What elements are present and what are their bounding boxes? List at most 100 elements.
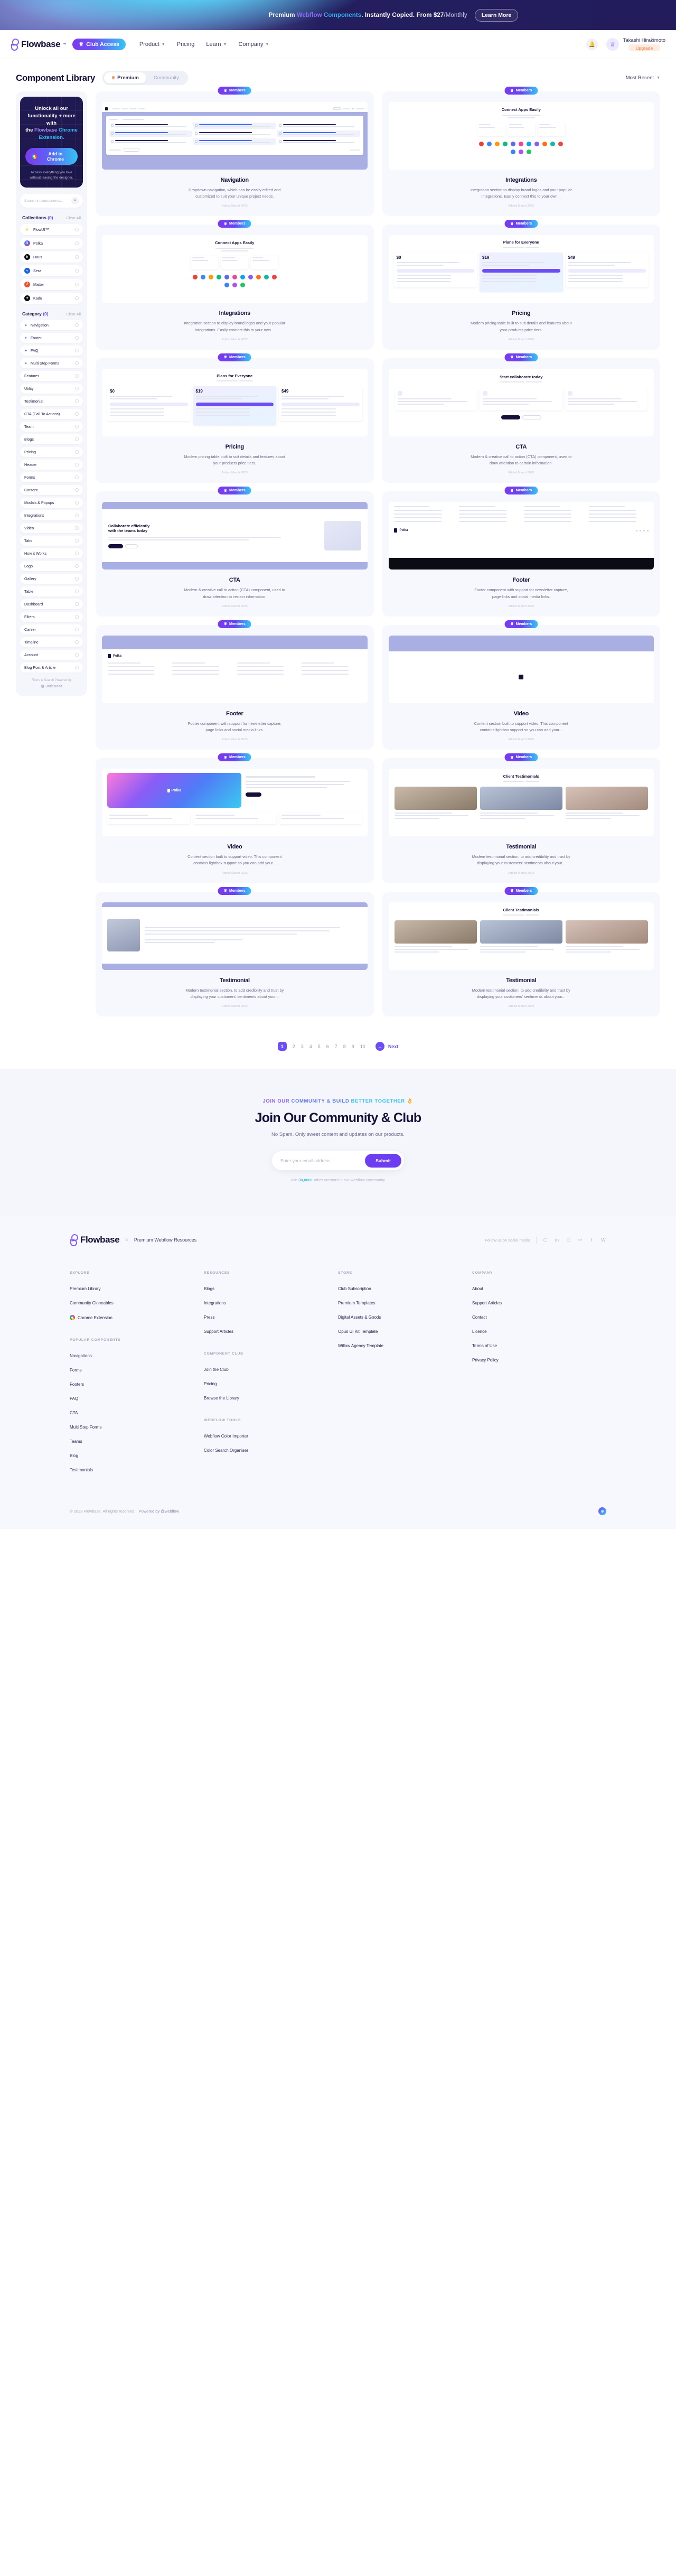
category-item[interactable]: Tabs [20, 536, 83, 546]
component-thumbnail[interactable]: Connect Apps Easily [388, 102, 654, 170]
category-item[interactable]: Video [20, 523, 83, 534]
footer-link[interactable]: FAQ [70, 1396, 204, 1401]
nav-item-learn[interactable]: Learn ▼ [206, 41, 227, 48]
footer-link[interactable]: Color Search Organiser [204, 1448, 338, 1453]
category-radio[interactable] [75, 412, 79, 416]
footer-link[interactable]: Club Subscription [338, 1286, 472, 1291]
category-item[interactable]: Integrations [20, 510, 83, 521]
component-card[interactable]: ♕ Members Client Testimonials Testimonia… [382, 753, 660, 883]
category-radio[interactable] [75, 463, 79, 467]
pagination-page[interactable]: 3 [301, 1044, 304, 1049]
collection-radio[interactable] [75, 255, 79, 259]
collection-radio[interactable] [75, 283, 79, 287]
upgrade-badge[interactable]: Upgrade [628, 44, 661, 51]
component-card[interactable]: ♕ Members Collaborate efficiently with the… [96, 487, 374, 617]
category-item[interactable]: Gallery [20, 574, 83, 584]
club-access-button[interactable]: ♕ Club Access [72, 39, 126, 50]
footer-link[interactable]: Integrations [204, 1301, 338, 1305]
search-box[interactable]: ⌕ [20, 194, 83, 208]
tab-community[interactable]: Community [146, 72, 186, 83]
nav-item-company[interactable]: Company ▼ [238, 41, 269, 48]
pagination-page[interactable]: 10 [360, 1044, 365, 1049]
facebook-icon[interactable]: f [589, 1237, 595, 1243]
collection-item-matter[interactable]: ⫽ Matter [20, 279, 83, 291]
webflow-icon[interactable]: W [600, 1237, 606, 1243]
nav-item-product[interactable]: Product ▼ [139, 41, 165, 48]
category-radio[interactable] [75, 349, 79, 353]
category-radio[interactable] [75, 437, 79, 442]
footer-link[interactable]: Footers [70, 1382, 204, 1387]
footer-link[interactable]: Licence [472, 1329, 606, 1334]
category-radio[interactable] [75, 602, 79, 606]
collection-radio[interactable] [75, 241, 79, 246]
category-radio[interactable] [75, 336, 79, 340]
user-menu[interactable]: ♕ Takashi Hirakimoto Upgrade [606, 38, 665, 51]
component-card[interactable]: ♕ Members Video Content section built to s… [382, 620, 660, 750]
sort-select[interactable]: Most Recent ▼ [626, 75, 660, 81]
component-card[interactable]: ♕ Members Start collaborate today CTA Mo… [382, 353, 660, 483]
footer-link[interactable]: Willow Agency Template [338, 1343, 472, 1348]
category-item[interactable]: Content [20, 485, 83, 496]
pagination-page[interactable]: 6 [326, 1044, 329, 1049]
collection-item-kadu[interactable]: ✦ Kadu [20, 293, 83, 304]
footer-link[interactable]: Blog [70, 1453, 204, 1458]
collections-clear-all[interactable]: Clear All [66, 216, 81, 220]
category-item[interactable]: Logo [20, 561, 83, 572]
footer-link[interactable]: Blogs [204, 1286, 338, 1291]
category-radio[interactable] [75, 425, 79, 429]
category-item[interactable]: Table [20, 586, 83, 597]
footer-link[interactable]: Navigations [70, 1354, 204, 1358]
category-item[interactable]: Pricing [20, 447, 83, 458]
category-radio[interactable] [75, 475, 79, 480]
category-item[interactable]: Dashboard [20, 599, 83, 610]
component-thumbnail[interactable]: Polka [388, 502, 654, 570]
category-radio[interactable] [75, 564, 79, 568]
footer-link[interactable]: Digital Assets & Goods [338, 1315, 472, 1320]
collection-item-sera[interactable]: « Sera [20, 265, 83, 277]
footer-link[interactable]: Contact [472, 1315, 606, 1320]
component-card[interactable]: ♕ Members Testimonial Modern testimonial s… [96, 886, 374, 1017]
category-item[interactable]: How it Works [20, 548, 83, 559]
footer-link[interactable]: Forms [70, 1368, 204, 1373]
instagram-icon[interactable]: ◻ [566, 1237, 571, 1243]
component-thumbnail[interactable] [102, 902, 368, 970]
twitter-icon[interactable]: ✑ [577, 1237, 583, 1243]
category-radio[interactable] [75, 488, 79, 492]
footer-link[interactable]: CTA [70, 1411, 204, 1415]
category-radio[interactable] [75, 450, 79, 454]
email-field[interactable] [280, 1158, 365, 1164]
category-radio[interactable] [75, 577, 79, 581]
footer-link[interactable]: Browse the Library [204, 1396, 338, 1401]
pagination-page[interactable]: 9 [352, 1044, 354, 1049]
component-card[interactable]: ♕ Members Client Testimonials Testimonia… [382, 886, 660, 1017]
component-card[interactable]: ♕ Members Plans for Everyone $0 $19 $49 … [96, 353, 374, 483]
category-radio[interactable] [75, 640, 79, 645]
category-item[interactable]: Modals & Popups [20, 498, 83, 508]
component-thumbnail[interactable]: Collaborate efficiently with the teams to… [102, 502, 368, 570]
component-thumbnail[interactable] [102, 102, 368, 170]
pagination-page[interactable]: 2 [293, 1044, 295, 1049]
globe-icon[interactable]: ⊕ [598, 1507, 606, 1516]
footer-link[interactable]: Privacy Policy [472, 1358, 606, 1362]
footer-link[interactable]: Terms of Use [472, 1343, 606, 1348]
category-item[interactable]: Filters [20, 612, 83, 622]
add-to-chrome-button[interactable]: Add to Chrome [25, 147, 78, 165]
footer-link[interactable]: Support Articles [204, 1329, 338, 1334]
category-radio[interactable] [75, 539, 79, 543]
category-item[interactable]: Utility [20, 384, 83, 394]
category-item[interactable]: ✦ Multi Step Forms [20, 358, 83, 369]
pagination-page[interactable]: 7 [335, 1044, 337, 1049]
category-radio[interactable] [75, 615, 79, 619]
footer-link[interactable]: Press [204, 1315, 338, 1320]
footer-link[interactable]: Chrome Extension [70, 1315, 204, 1321]
category-radio[interactable] [75, 628, 79, 632]
footer-link[interactable]: Multi Step Forms [70, 1425, 204, 1430]
category-item[interactable]: Testimonial [20, 396, 83, 407]
component-card[interactable]: ♕ Members Connect Apps Easily Integration… [96, 220, 374, 350]
category-radio[interactable] [75, 590, 79, 594]
category-item[interactable]: Blogs [20, 434, 83, 445]
footer-link[interactable]: Testimonials [70, 1468, 204, 1472]
footer-link[interactable]: Join the Club [204, 1367, 338, 1372]
component-thumbnail[interactable]: Connect Apps Easily [102, 235, 368, 303]
category-item[interactable]: ✦ Navigation [20, 320, 83, 331]
